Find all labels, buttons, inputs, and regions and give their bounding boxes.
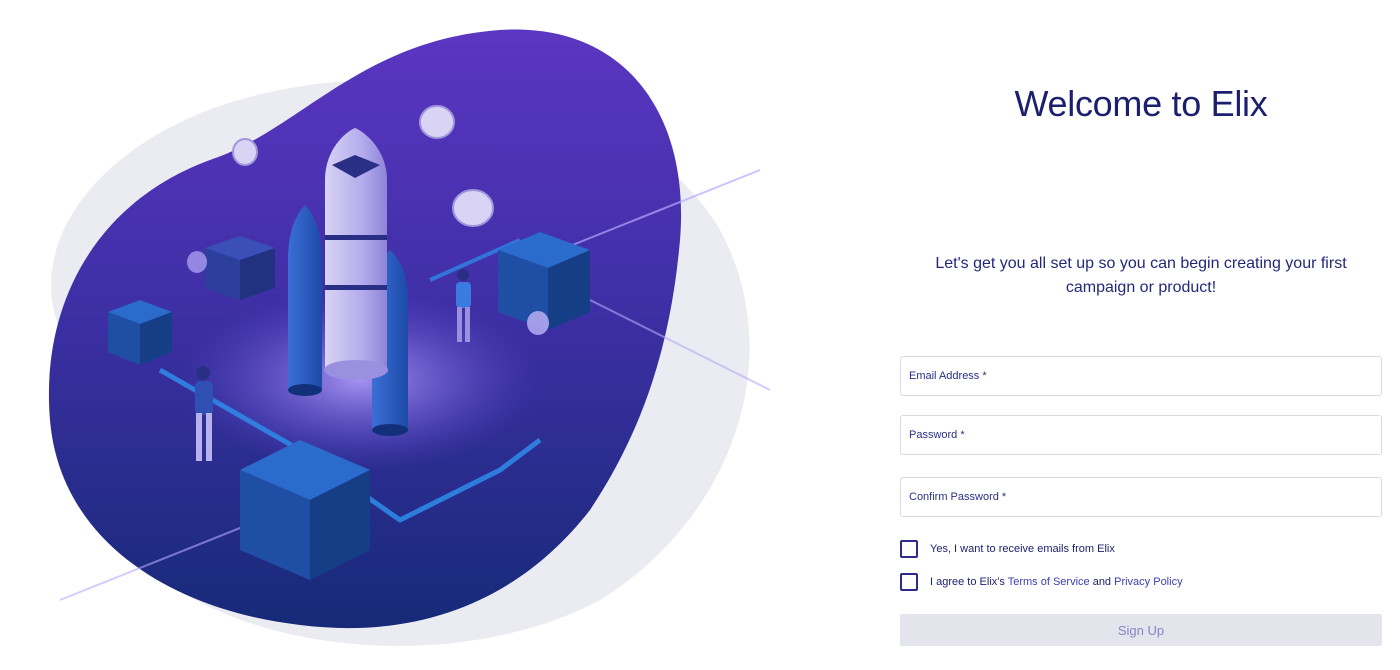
terms-agree-row: I agree to Elix's Terms of Service and P… <box>900 572 1183 592</box>
password-input[interactable] <box>901 416 1381 454</box>
cube-left <box>108 300 172 365</box>
coin-icon <box>527 311 549 335</box>
terms-agree-label: I agree to Elix's Terms of Service and P… <box>930 576 1183 588</box>
coin-icon <box>419 105 455 139</box>
terms-conjunction: and <box>1089 576 1115 588</box>
confirm-password-field[interactable] <box>900 477 1382 517</box>
signup-panel: Welcome to Elix Let's get you all set up… <box>900 0 1382 670</box>
coin-icon <box>187 251 207 273</box>
privacy-policy-link[interactable]: Privacy Policy <box>1114 576 1182 588</box>
page-title: Welcome to Elix <box>1014 83 1268 124</box>
email-field[interactable] <box>900 356 1382 396</box>
confirm-password-input[interactable] <box>901 478 1381 516</box>
cube-back <box>205 236 275 300</box>
terms-of-service-link[interactable]: Terms of Service <box>1008 576 1090 588</box>
terms-agree-checkbox[interactable] <box>900 573 918 591</box>
coin-icon <box>452 189 494 227</box>
password-field[interactable] <box>900 415 1382 455</box>
booster-left <box>288 205 322 396</box>
coin-icon <box>232 138 258 166</box>
rocket-launch-illustration <box>0 0 800 670</box>
intro-text: Let's get you all set up so you can begi… <box>935 255 1347 296</box>
email-input[interactable] <box>901 357 1381 395</box>
emails-opt-in-label: Yes, I want to receive emails from Elix <box>930 543 1115 555</box>
sign-up-button[interactable]: Sign Up <box>900 614 1382 646</box>
illustration-svg <box>48 29 771 646</box>
emails-opt-in-row: Yes, I want to receive emails from Elix <box>900 539 1115 559</box>
rocket <box>324 128 388 380</box>
terms-prefix: I agree to Elix's <box>930 576 1008 588</box>
emails-opt-in-checkbox[interactable] <box>900 540 918 558</box>
